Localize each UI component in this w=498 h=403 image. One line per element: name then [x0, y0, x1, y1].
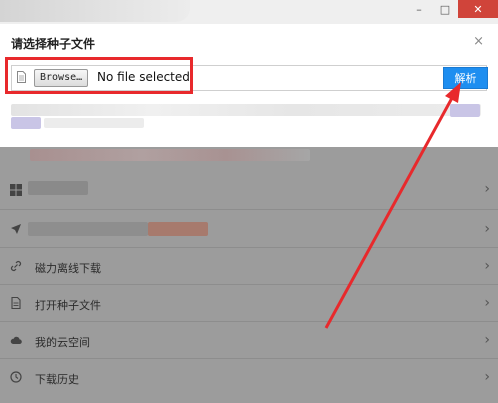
parse-button[interactable]: 解析: [443, 67, 488, 89]
history-icon: [10, 371, 22, 383]
cloud-icon: [10, 336, 22, 344]
list-item-cloud-space[interactable]: 我的云空间 ›: [0, 322, 498, 359]
list-item-label: 磁力离线下载: [35, 262, 101, 275]
list-item-open-torrent[interactable]: 打开种子文件 ›: [0, 285, 498, 322]
blurred-text: [44, 118, 144, 128]
window-controls: – □ ✕: [406, 0, 498, 24]
dialog-title: 请选择种子文件: [11, 37, 96, 51]
annotation-highlight-box: [5, 57, 193, 94]
dialog-close-button[interactable]: ×: [473, 34, 484, 49]
list-item-label: 下载历史: [35, 373, 79, 386]
send-icon: [11, 224, 21, 234]
magnet-link-icon: [10, 260, 22, 272]
chevron-right-icon: ›: [484, 332, 490, 348]
list-item[interactable]: ›: [0, 211, 498, 248]
chevron-right-icon: ›: [484, 221, 490, 237]
blurred-text: [28, 181, 88, 195]
blurred-text: [148, 222, 208, 236]
chevron-right-icon: ›: [484, 181, 490, 197]
chevron-right-icon: ›: [484, 295, 490, 311]
blurred-text: [450, 104, 480, 117]
window-close-button[interactable]: ✕: [458, 0, 498, 18]
chevron-right-icon: ›: [484, 369, 490, 385]
blurred-window-title: [0, 0, 190, 22]
blurred-text: [30, 149, 310, 161]
blurred-text: [28, 222, 148, 236]
blurred-text: [11, 117, 41, 129]
menu-list: › › 磁力离线下载 › 打开种子文件 › 我的云空间 › 下载历史 ›: [0, 147, 498, 403]
blurred-text: [11, 104, 481, 116]
list-item-magnet-download[interactable]: 磁力离线下载 ›: [0, 248, 498, 285]
windows-icon: [10, 184, 22, 196]
chevron-right-icon: ›: [484, 258, 490, 274]
list-item[interactable]: ›: [0, 171, 498, 208]
maximize-button[interactable]: □: [432, 0, 458, 18]
minimize-button[interactable]: –: [406, 0, 432, 18]
list-item-label: 我的云空间: [35, 336, 90, 349]
list-item-label: 打开种子文件: [35, 299, 101, 312]
divider: [0, 209, 498, 210]
list-item-download-history[interactable]: 下载历史 ›: [0, 359, 498, 396]
window-titlebar: – □ ✕: [0, 0, 498, 24]
torrent-file-icon: [11, 297, 21, 309]
